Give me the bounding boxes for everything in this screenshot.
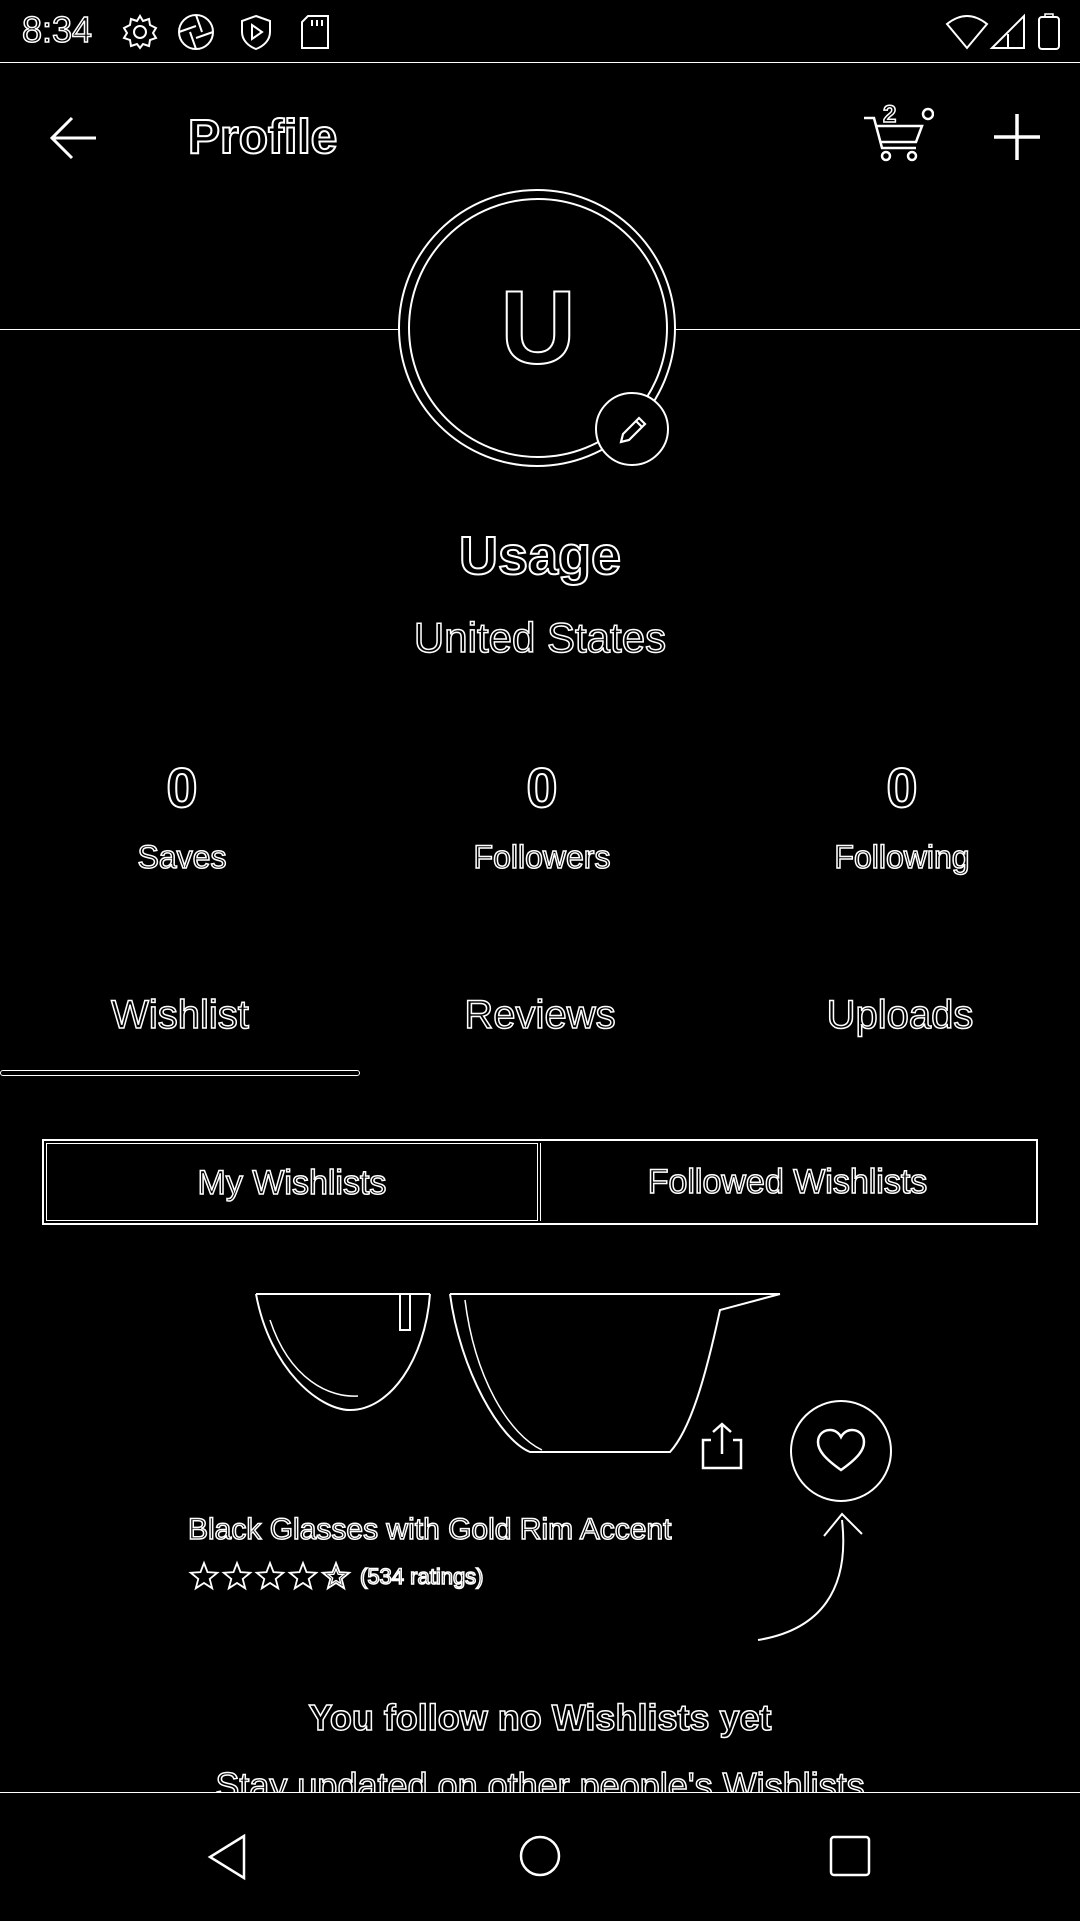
- tab-selected-indicator: [0, 1070, 360, 1076]
- nav-home-icon[interactable]: [518, 1834, 562, 1878]
- cart-icon[interactable]: [860, 106, 934, 164]
- stat-label: Following: [834, 838, 971, 876]
- star-icon: [320, 1560, 352, 1591]
- star-icon: [221, 1560, 253, 1591]
- avatar-divider-left: [0, 329, 398, 330]
- stat-label: Saves: [137, 838, 227, 876]
- heart-icon: [816, 1428, 866, 1472]
- cart-count-badge: 2: [882, 100, 897, 129]
- add-to-wishlist-button[interactable]: [790, 1400, 892, 1502]
- signal-icon: [989, 13, 1025, 49]
- stat-followers[interactable]: 0 Followers: [362, 755, 722, 876]
- profile-location: United States: [413, 613, 667, 662]
- stat-label: Followers: [473, 838, 611, 876]
- ratings-count: (534 ratings): [359, 1563, 484, 1590]
- edit-avatar-button[interactable]: [595, 392, 669, 466]
- rating-stars: [188, 1560, 352, 1591]
- star-icon: [254, 1560, 286, 1591]
- empty-state-subtitle: Stay updated on other people's Wishlists: [215, 1764, 866, 1792]
- empty-state-title: You follow no Wishlists yet: [308, 1696, 773, 1739]
- shutter-icon: [178, 14, 214, 50]
- tab-uploads[interactable]: Uploads: [720, 990, 1080, 1040]
- add-icon[interactable]: [990, 110, 1044, 164]
- status-bar: [0, 0, 1080, 63]
- share-icon[interactable]: [695, 1420, 749, 1474]
- play-protect-icon: [241, 14, 271, 51]
- battery-icon: [1038, 13, 1060, 50]
- back-arrow-icon[interactable]: [48, 112, 100, 164]
- stat-value: 0: [885, 755, 918, 820]
- sd-card-icon: [301, 15, 329, 49]
- wifi-icon: [945, 15, 989, 50]
- hint-arrow-icon: [757, 1512, 863, 1641]
- segment-my-wishlists[interactable]: My Wishlists: [46, 1143, 538, 1221]
- nav-recents-icon[interactable]: [828, 1834, 872, 1878]
- stat-saves[interactable]: 0 Saves: [2, 755, 362, 876]
- gear-icon: [122, 14, 158, 50]
- avatar-divider-right: [676, 329, 1080, 330]
- segment-followed-wishlists[interactable]: Followed Wishlists: [540, 1143, 1034, 1221]
- nav-back-icon[interactable]: [204, 1832, 250, 1882]
- tab-reviews[interactable]: Reviews: [360, 990, 720, 1040]
- pencil-icon: [619, 416, 647, 444]
- stat-value: 0: [165, 755, 198, 820]
- tab-wishlist[interactable]: Wishlist: [0, 990, 360, 1040]
- profile-name: Usage: [458, 525, 622, 587]
- star-icon: [287, 1560, 319, 1591]
- product-title[interactable]: Black Glasses with Gold Rim Accent: [187, 1512, 672, 1548]
- stat-value: 0: [525, 755, 558, 820]
- star-icon: [188, 1560, 220, 1591]
- half-star-icon: [326, 1567, 346, 1586]
- page-title: Profile: [187, 110, 338, 165]
- stat-following[interactable]: 0 Following: [722, 755, 1080, 876]
- status-time: 8:34: [21, 9, 93, 51]
